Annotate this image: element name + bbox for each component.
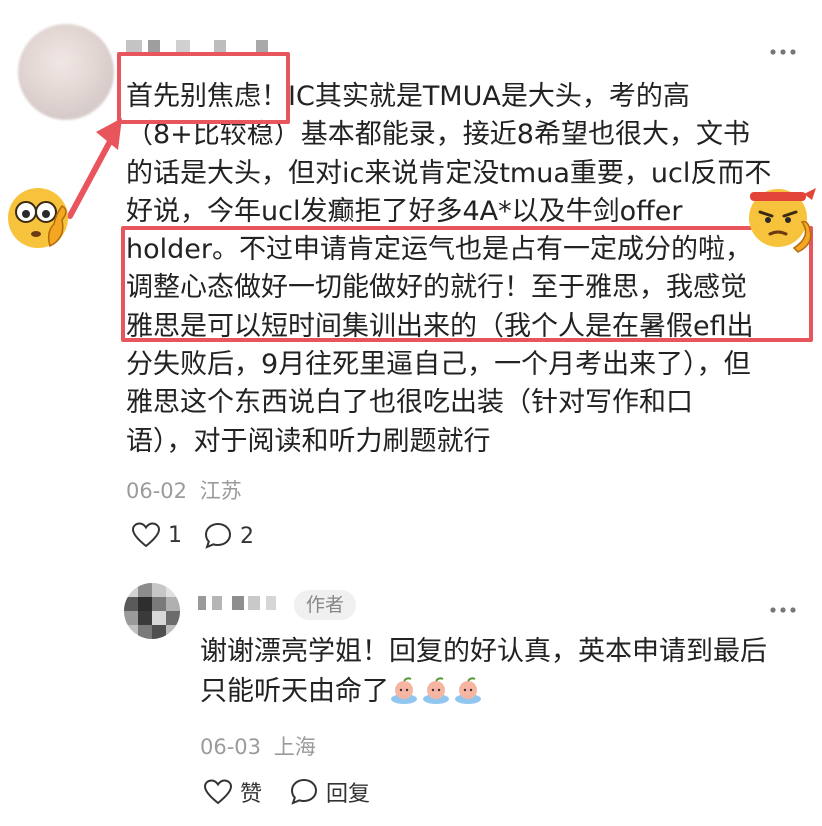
comment-reply-button[interactable]: 2	[204, 522, 254, 550]
reply-reply-button[interactable]: 回复	[290, 776, 370, 808]
commenter-avatar[interactable]	[18, 24, 114, 120]
author-badge: 作者	[294, 590, 357, 620]
reply-line: 只能听天由命了	[200, 676, 389, 707]
peach-emoji-icon	[423, 677, 449, 704]
like-button[interactable]: 1	[132, 522, 182, 548]
reply-date: 06-03	[200, 735, 262, 759]
highlight-box-second	[121, 226, 813, 342]
peach-emoji-icon	[455, 677, 481, 704]
reply-line: 谢谢漂亮学姐！回复的好认真，英本申请到最后	[200, 636, 767, 667]
reply-like-label: 赞	[240, 782, 263, 807]
speech-bubble-icon	[290, 778, 318, 805]
comment-line: 分失败后，9月往死里逼自己，一个月考出来了），但	[126, 349, 751, 381]
more-dots-icon[interactable]	[768, 598, 798, 620]
thinking-emoji-icon	[8, 188, 68, 248]
heart-icon	[132, 522, 160, 548]
reply-text: 谢谢漂亮学姐！回复的好认真，英本申请到最后 只能听天由命了	[200, 632, 810, 712]
reply-reply-label: 回复	[326, 782, 371, 807]
reply-like-button[interactable]: 赞	[204, 776, 262, 808]
like-count: 1	[168, 522, 182, 548]
reply-line-with-emoji: 只能听天由命了	[200, 672, 810, 712]
reply-count: 2	[240, 523, 254, 549]
reply-location: 上海	[273, 735, 316, 759]
heart-icon	[204, 779, 232, 805]
determined-emoji-icon	[749, 188, 816, 253]
comment-line: 的话是大头，但对ic来说肯定没tmua重要，ucl反而不	[126, 157, 772, 189]
reply-meta: 06-03 上海	[200, 731, 316, 761]
comment-line: 雅思这个东西说白了也很吃出装（针对写作和口	[126, 387, 693, 419]
speech-bubble-icon	[204, 522, 232, 549]
comment-line: 语），对于阅读和听力刷题就行	[126, 425, 491, 457]
more-dots-icon[interactable]	[768, 40, 798, 62]
comment-meta: 06-02 江苏	[126, 475, 242, 505]
comment-location: 江苏	[199, 479, 242, 503]
comment-date: 06-02	[126, 479, 188, 503]
peach-emoji-icon	[391, 677, 417, 704]
reply-avatar[interactable]	[124, 583, 180, 639]
